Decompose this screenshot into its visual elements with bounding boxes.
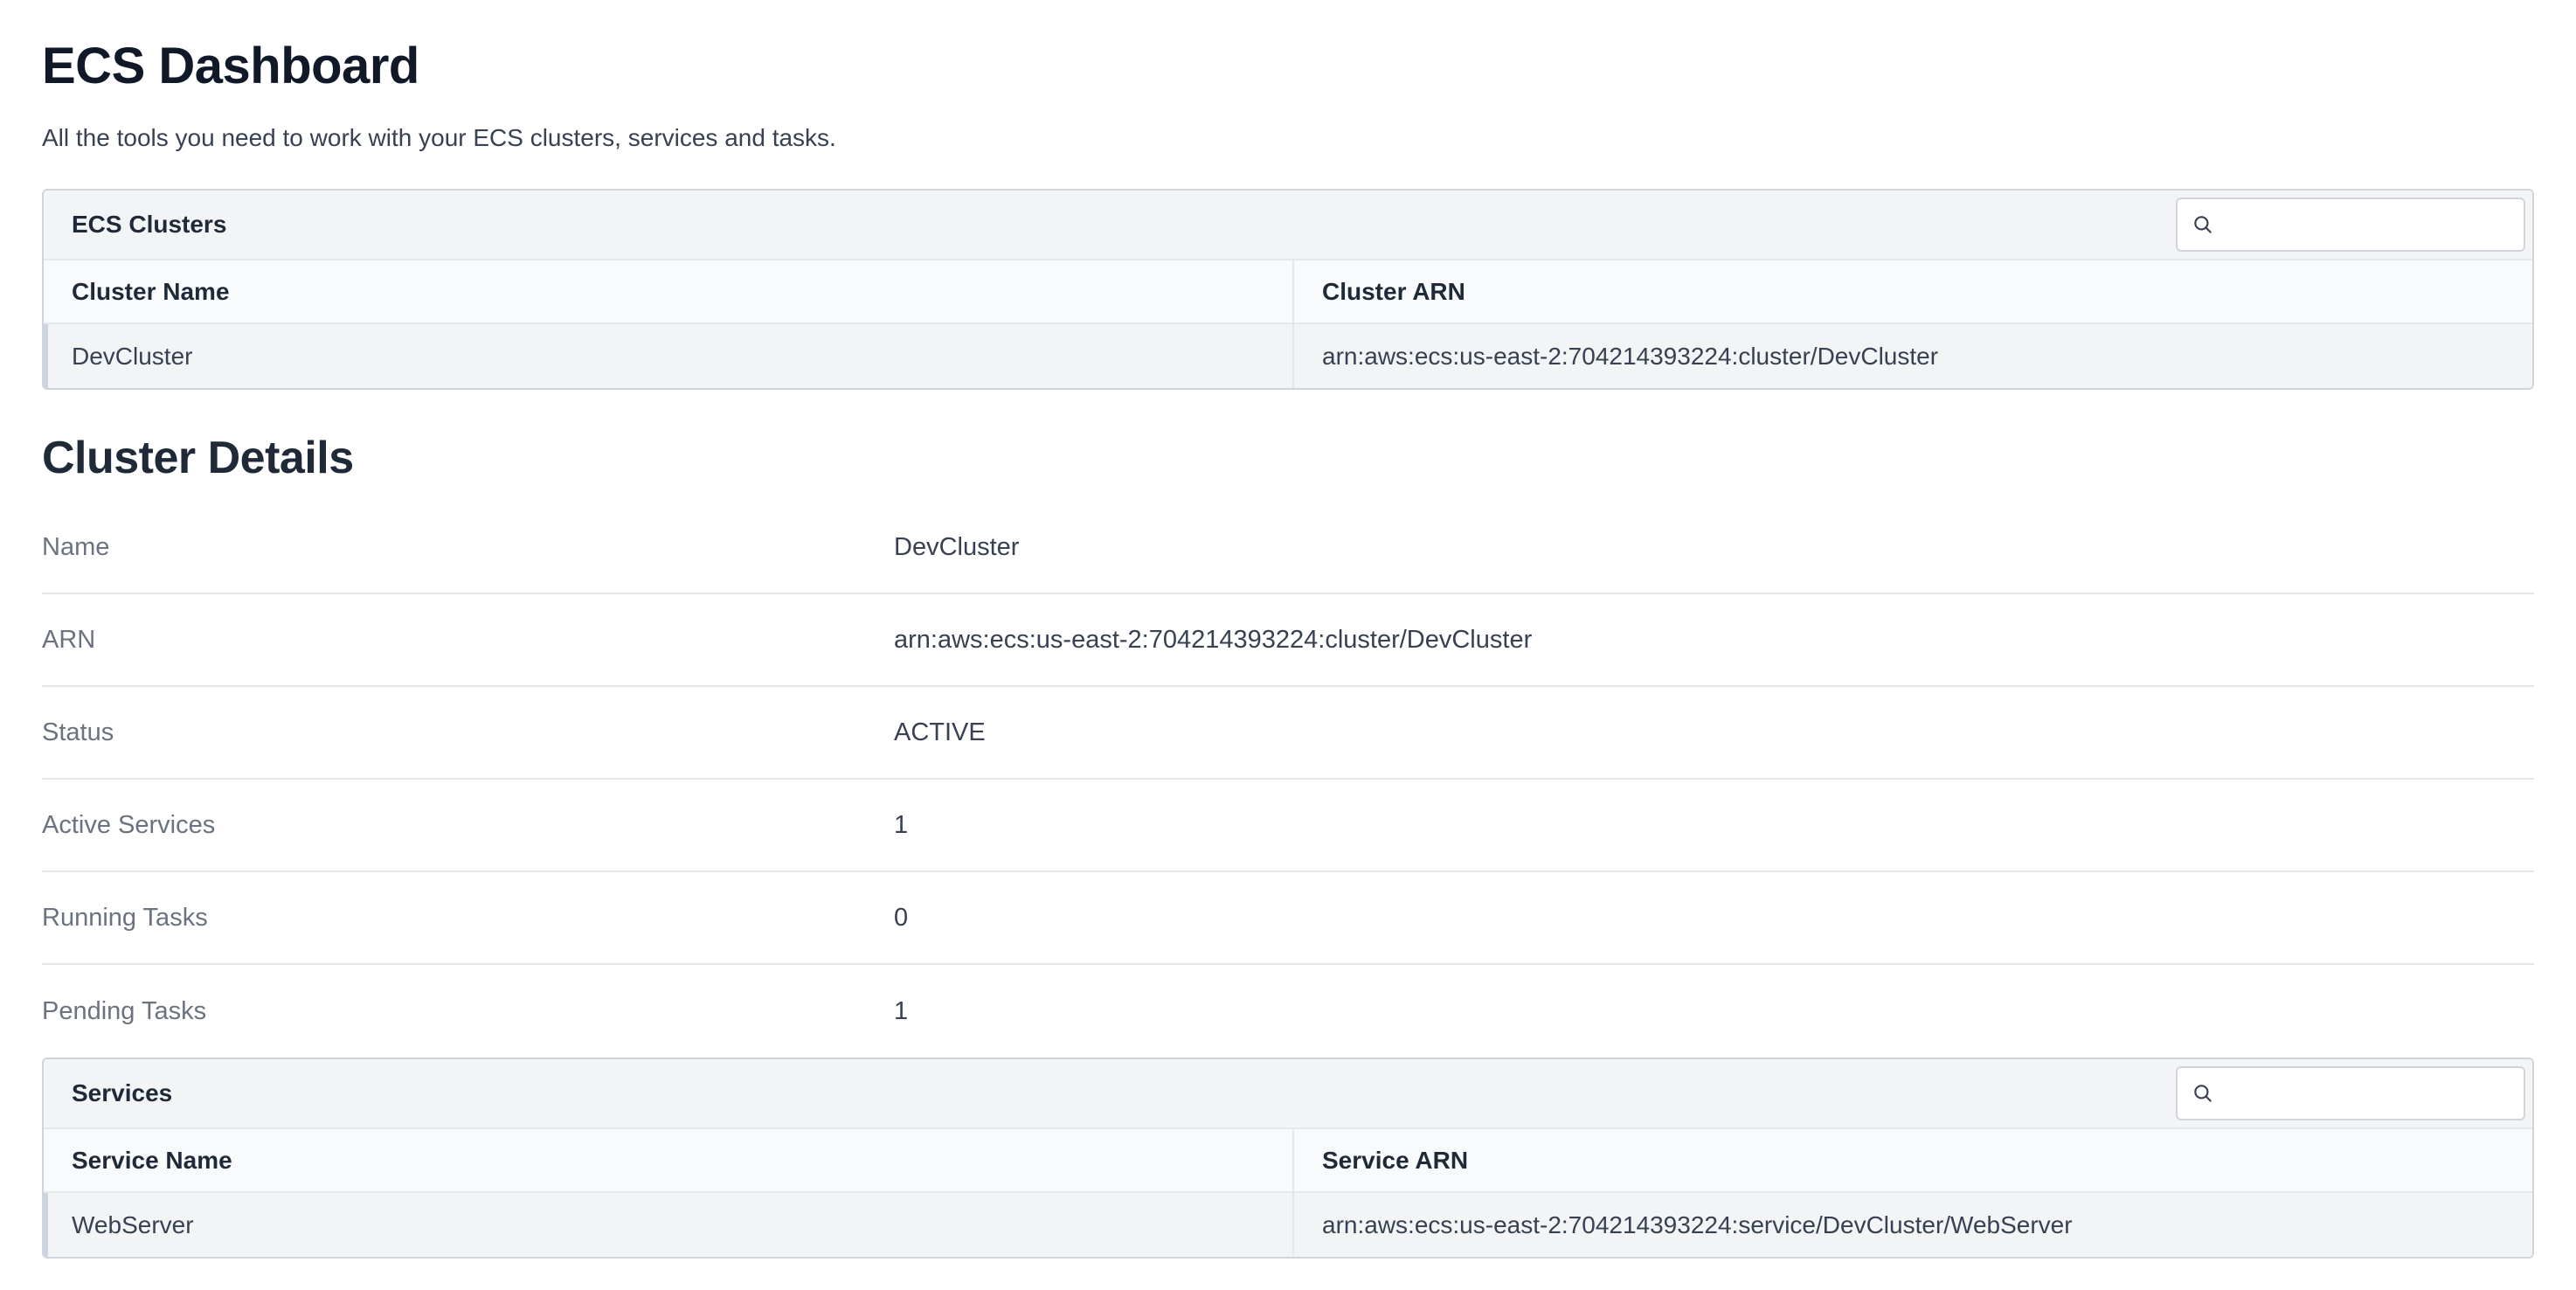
services-table-header-row: Service Name Service ARN	[44, 1129, 2532, 1193]
search-icon	[2192, 213, 2214, 236]
detail-row-active-services: Active Services 1	[42, 780, 2534, 872]
service-name-cell[interactable]: WebServer	[44, 1192, 1293, 1257]
detail-label: Status	[42, 718, 114, 746]
cluster-name-cell[interactable]: DevCluster	[44, 323, 1293, 388]
services-search-input[interactable]	[2214, 1067, 2524, 1120]
detail-value: 0	[894, 903, 909, 932]
detail-value: 1	[894, 996, 909, 1025]
detail-row-running-tasks: Running Tasks 0	[42, 872, 2534, 965]
services-table: Service Name Service ARN WebServer arn:a…	[44, 1129, 2532, 1257]
cluster-details-list: Name DevCluster ARN arn:aws:ecs:us-east-…	[42, 502, 2534, 1058]
detail-label: Active Services	[42, 810, 216, 839]
detail-label: Name	[42, 532, 110, 561]
clusters-search-input[interactable]	[2214, 198, 2524, 251]
detail-row-name: Name DevCluster	[42, 502, 2534, 594]
services-panel: Services Service Name Service ARN WebSer…	[42, 1058, 2534, 1259]
section-title-cluster-details: Cluster Details	[42, 433, 354, 483]
column-header-service-name[interactable]: Service Name	[44, 1129, 1293, 1193]
detail-label: Pending Tasks	[42, 996, 207, 1025]
clusters-panel-header: ECS Clusters	[44, 191, 2532, 260]
detail-row-status: Status ACTIVE	[42, 687, 2534, 780]
services-search-box[interactable]	[2176, 1066, 2525, 1120]
detail-row-pending-tasks: Pending Tasks 1	[42, 965, 2534, 1058]
detail-value: arn:aws:ecs:us-east-2:704214393224:clust…	[894, 625, 1533, 654]
services-panel-header: Services	[44, 1059, 2532, 1129]
detail-label: Running Tasks	[42, 903, 208, 932]
column-header-service-arn[interactable]: Service ARN	[1292, 1129, 2532, 1193]
detail-value: DevCluster	[894, 532, 1020, 561]
clusters-table-header-row: Cluster Name Cluster ARN	[44, 260, 2532, 324]
clusters-table: Cluster Name Cluster ARN DevCluster arn:…	[44, 260, 2532, 388]
detail-value: 1	[894, 810, 909, 839]
detail-value: ACTIVE	[894, 718, 986, 746]
clusters-search-box[interactable]	[2176, 198, 2525, 252]
table-row[interactable]: DevCluster arn:aws:ecs:us-east-2:7042143…	[44, 323, 2532, 388]
services-panel-title: Services	[72, 1079, 173, 1106]
detail-label: ARN	[42, 625, 96, 654]
column-header-cluster-arn[interactable]: Cluster ARN	[1292, 260, 2532, 324]
clusters-panel-title: ECS Clusters	[72, 211, 227, 238]
detail-row-arn: ARN arn:aws:ecs:us-east-2:704214393224:c…	[42, 594, 2534, 687]
table-row[interactable]: WebServer arn:aws:ecs:us-east-2:70421439…	[44, 1192, 2532, 1257]
clusters-panel: ECS Clusters Cluster Name Cluster ARN De…	[42, 189, 2534, 390]
page-subtitle: All the tools you need to work with your…	[42, 124, 836, 151]
page-title: ECS Dashboard	[42, 38, 419, 94]
service-arn-cell[interactable]: arn:aws:ecs:us-east-2:704214393224:servi…	[1292, 1192, 2532, 1257]
column-header-cluster-name[interactable]: Cluster Name	[44, 260, 1293, 324]
cluster-arn-cell[interactable]: arn:aws:ecs:us-east-2:704214393224:clust…	[1292, 323, 2532, 388]
page: ECS Dashboard All the tools you need to …	[0, 0, 2576, 1259]
search-icon	[2192, 1082, 2214, 1105]
